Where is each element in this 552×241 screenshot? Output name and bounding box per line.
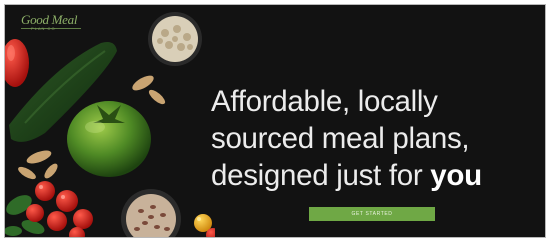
hero-headline: Affordable, locally sourced meal plans, … <box>211 83 545 194</box>
headline-line-3: designed just for you <box>211 157 545 194</box>
headline-line-3-prefix: designed just for <box>211 158 431 192</box>
headline-line-2: sourced meal plans, <box>211 121 470 155</box>
headline-emphasis: you <box>430 158 482 192</box>
hero-banner: Good Meal PLAN CO Affordable, locally so… <box>4 4 546 238</box>
vegetables-photo <box>5 5 215 237</box>
brand-logo[interactable]: Good Meal PLAN CO <box>13 9 93 31</box>
get-started-button[interactable]: GET STARTED <box>309 207 435 221</box>
logo-tagline: PLAN CO <box>31 26 56 31</box>
headline-line-1: Affordable, locally <box>211 84 438 118</box>
